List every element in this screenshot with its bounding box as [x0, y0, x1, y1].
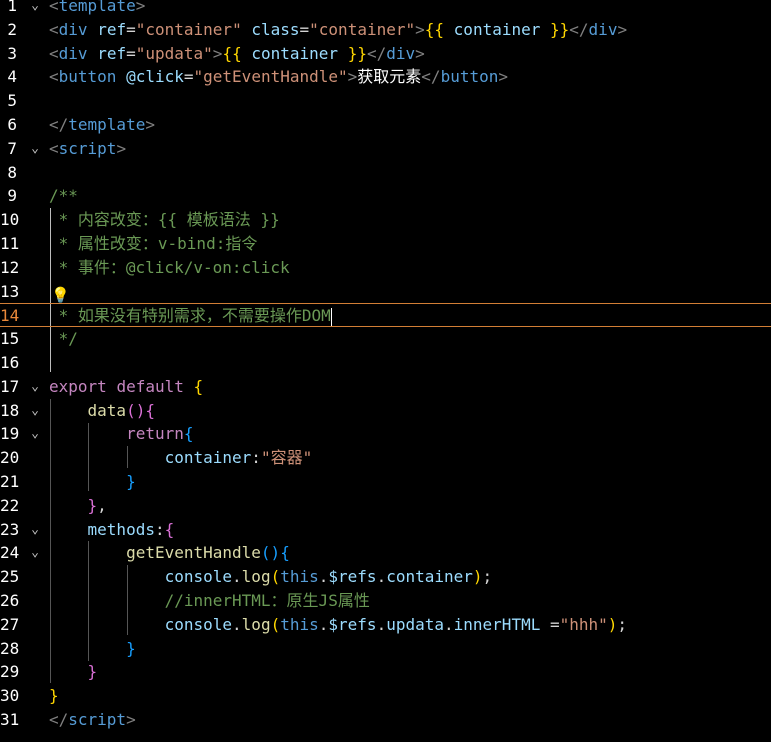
code-line[interactable]: 5	[0, 89, 771, 113]
line-number: 29	[0, 662, 20, 682]
code-line[interactable]: 18 ⌄ data(){	[0, 399, 771, 423]
code-text: getEventHandle(){	[126, 543, 290, 563]
fold-chevron-icon[interactable]: ⌄	[27, 137, 43, 161]
code-line[interactable]: 21 }	[0, 470, 771, 494]
code-text: },	[87, 495, 107, 515]
fold-chevron-icon[interactable]: ⌄	[27, 518, 43, 542]
code-line[interactable]: 29 }	[0, 660, 771, 684]
line-number: 5	[7, 91, 17, 111]
code-line[interactable]: 17 ⌄ export default {	[0, 375, 771, 399]
code-line[interactable]: 24 ⌄ getEventHandle(){	[0, 541, 771, 565]
fold-chevron-icon[interactable]: ⌄	[27, 375, 43, 399]
code-text: <button @click="getEventHandle">获取元素</bu…	[49, 67, 508, 87]
line-number: 31	[0, 710, 20, 729]
code-text: methods:{	[87, 519, 175, 539]
code-line[interactable]: 10 * 内容改变：{{ 模板语法 }}	[0, 208, 771, 232]
code-line[interactable]: 31 </script>	[0, 708, 771, 732]
line-number: 16	[0, 353, 20, 372]
line-number: 6	[7, 115, 17, 134]
code-text: }	[126, 472, 136, 491]
line-number: 10	[0, 210, 20, 230]
line-number: 24	[0, 543, 20, 563]
code-line[interactable]: 4 <button @click="getEventHandle">获取元素</b…	[0, 65, 771, 89]
code-text: */	[49, 329, 78, 349]
code-line[interactable]: 6 </template>	[0, 113, 771, 137]
code-text: console.log(this.$refs.container);	[164, 567, 493, 587]
code-text: data(){	[87, 400, 155, 420]
text-cursor	[330, 307, 332, 326]
code-line[interactable]: 23 ⌄ methods:{	[0, 518, 771, 542]
code-line[interactable]: 27 console.log(this.$refs.updata.innerHT…	[0, 613, 771, 637]
code-text: <template>	[49, 0, 146, 15]
line-number: 22	[0, 495, 20, 515]
code-text: </script>	[49, 710, 136, 729]
code-text: }	[49, 686, 59, 706]
code-line[interactable]: 1 ⌄ <template>	[0, 0, 771, 18]
code-text: * 属性改变：v-bind:指令	[49, 234, 258, 253]
code-text: /**	[49, 186, 78, 206]
line-number: 19	[0, 424, 20, 444]
code-text: * 内容改变：{{ 模板语法 }}	[49, 210, 280, 230]
code-line[interactable]: 8	[0, 161, 771, 185]
code-line[interactable]: 30}	[0, 684, 771, 708]
code-text: </template>	[49, 115, 155, 134]
line-number: 12	[0, 257, 20, 277]
fold-chevron-icon[interactable]: ⌄	[27, 399, 43, 423]
code-line[interactable]: 7 ⌄ <script>	[0, 137, 771, 161]
code-line[interactable]: 12 * 事件：@click/v-on:click	[0, 256, 771, 280]
line-number: 7	[7, 138, 17, 158]
fold-chevron-icon[interactable]: ⌄	[27, 0, 43, 18]
line-number: 11	[0, 234, 20, 253]
fold-chevron-icon[interactable]: ⌄	[27, 541, 43, 565]
code-text: <div ref="container" class="container">{…	[49, 19, 628, 39]
line-number: 25	[0, 567, 20, 587]
code-line[interactable]: 15 */	[0, 327, 771, 351]
line-number: 20	[0, 448, 20, 468]
line-number: 30	[0, 686, 20, 706]
line-number: 3	[7, 43, 17, 63]
code-text: * 事件：@click/v-on:click	[49, 257, 290, 277]
code-line[interactable]: 28 }	[0, 637, 771, 661]
code-text: container:"容器"	[164, 448, 313, 468]
line-number: 26	[0, 591, 20, 610]
code-line[interactable]: 13 💡	[0, 280, 771, 304]
line-number: 18	[0, 400, 20, 420]
code-text: return{	[126, 424, 194, 444]
line-number: 23	[0, 519, 20, 539]
line-number: 28	[0, 638, 20, 658]
code-editor[interactable]: 1 ⌄ <template> 2 <div ref="container" class=…	[0, 0, 771, 742]
line-number: 14	[0, 306, 20, 326]
code-line[interactable]: 9 /**	[0, 184, 771, 208]
code-text: }	[87, 662, 98, 682]
line-number: 17	[0, 376, 20, 396]
line-number: 8	[7, 162, 17, 182]
line-number: 4	[7, 67, 17, 87]
code-line[interactable]: 16	[0, 351, 771, 375]
code-text: //innerHTML：原生JS属性	[164, 591, 370, 610]
code-text: * 如果没有特别需求，不需要操作DOM	[49, 306, 332, 326]
code-line[interactable]: 22 },	[0, 494, 771, 518]
code-text: <div ref="updata">{{ container }}</div>	[49, 43, 425, 63]
code-line[interactable]: 14 * 如果没有特别需求，不需要操作DOM	[0, 303, 771, 328]
code-line[interactable]: 2 <div ref="container" class="container">…	[0, 18, 771, 42]
code-line[interactable]: 19 ⌄ return{	[0, 422, 771, 446]
line-number: 13	[0, 281, 20, 301]
code-line[interactable]: 11 * 属性改变：v-bind:指令	[0, 232, 771, 256]
line-number: 15	[0, 329, 20, 349]
code-line[interactable]: 26 //innerHTML：原生JS属性	[0, 589, 771, 613]
code-line[interactable]: 20 container:"容器"	[0, 446, 771, 470]
code-text: export default {	[49, 376, 204, 396]
code-text: <script>	[49, 138, 127, 158]
code-line[interactable]: 3 <div ref="updata">{{ container }}</div>	[0, 42, 771, 66]
line-number: 21	[0, 472, 20, 491]
line-number: 2	[7, 19, 17, 39]
line-number: 9	[7, 186, 17, 206]
line-number: 27	[0, 614, 20, 634]
code-text: console.log(this.$refs.updata.innerHTML …	[164, 614, 628, 634]
code-text: }	[126, 638, 136, 658]
fold-chevron-icon[interactable]: ⌄	[27, 422, 43, 446]
line-number: 1	[7, 0, 17, 15]
code-line[interactable]: 25 console.log(this.$refs.container);	[0, 565, 771, 589]
